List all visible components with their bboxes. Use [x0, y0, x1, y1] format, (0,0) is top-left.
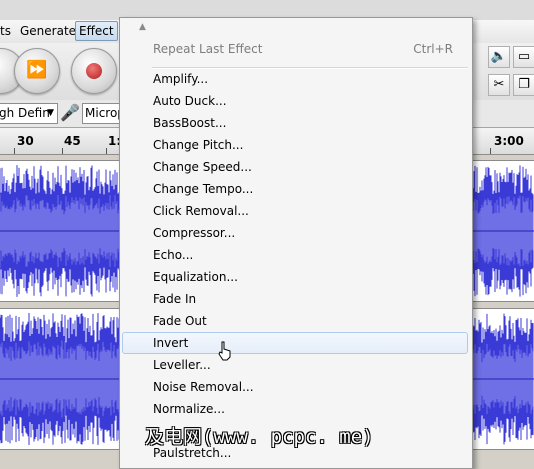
- menu-item-label: BassBoost...: [153, 116, 227, 130]
- menu-item-label: Echo...: [153, 248, 194, 262]
- menu-item-label: Amplify...: [153, 72, 209, 86]
- skip-end-icon: ⏩: [26, 60, 48, 80]
- menu-item-compressor[interactable]: Compressor...: [122, 222, 468, 244]
- menu-item-repeat-last-effect[interactable]: Repeat Last Effect Ctrl+R: [122, 38, 468, 60]
- menu-item-change-speed[interactable]: Change Speed...: [122, 156, 468, 178]
- menu-item-label: Change Pitch...: [153, 138, 244, 152]
- ruler-tick: [106, 148, 107, 154]
- menu-item-change-tempo[interactable]: Change Tempo...: [122, 178, 468, 200]
- cut-icon[interactable]: ✂: [488, 74, 510, 96]
- effect-menu: ▲ Repeat Last Effect Ctrl+R Amplify... A…: [119, 17, 473, 469]
- menu-item-label: Invert: [153, 336, 189, 350]
- menu-item-echo[interactable]: Echo...: [122, 244, 468, 266]
- menu-analyze[interactable]: ts: [0, 24, 11, 38]
- microphone-icon: 🎤: [60, 103, 80, 122]
- audio-host-select[interactable]: gh Defin ▼: [0, 103, 58, 124]
- ruler-tick-label: 45: [64, 134, 81, 148]
- menu-item-leveller[interactable]: Leveller...: [122, 354, 468, 376]
- ruler-tick-label: 30: [17, 134, 34, 148]
- volume-icon[interactable]: 🔈: [488, 46, 510, 68]
- menu-item-label: Equalization...: [153, 270, 238, 284]
- skip-to-end-button[interactable]: ⏩: [14, 48, 60, 94]
- menu-item-invert[interactable]: Invert: [122, 332, 468, 354]
- scroll-up-icon[interactable]: ▲: [139, 22, 146, 32]
- audio-host-value: gh Defin: [0, 106, 50, 120]
- menu-item-amplify[interactable]: Amplify...: [122, 68, 468, 90]
- meter-icon[interactable]: ▭: [513, 46, 534, 68]
- record-button[interactable]: [71, 48, 117, 94]
- menu-item-noise-removal[interactable]: Noise Removal...: [122, 376, 468, 398]
- chevron-down-icon: ▼: [47, 108, 54, 118]
- menu-item-label: Noise Removal...: [153, 380, 254, 394]
- ruler-tick-label: 3:00: [494, 134, 524, 148]
- ruler-tick: [490, 148, 491, 154]
- menu-effect[interactable]: Effect: [75, 21, 118, 41]
- menu-item-label: Leveller...: [153, 358, 211, 372]
- copy-icon[interactable]: ❐: [513, 74, 534, 96]
- ruler-tick: [14, 148, 15, 154]
- menu-item-label: Auto Duck...: [153, 94, 227, 108]
- menu-item-label: Fade In: [153, 292, 197, 306]
- menu-item-label: Normalize...: [153, 402, 225, 416]
- ruler-tick: [62, 148, 63, 154]
- menu-item-shortcut: Ctrl+R: [413, 42, 453, 56]
- menu-item-normalize[interactable]: Normalize...: [122, 398, 468, 420]
- mouse-cursor-icon: [218, 341, 231, 361]
- menu-generate[interactable]: Generate: [20, 24, 76, 38]
- menu-item-change-pitch[interactable]: Change Pitch...: [122, 134, 468, 156]
- menu-item-bassboost[interactable]: BassBoost...: [122, 112, 468, 134]
- record-icon: [86, 63, 102, 79]
- menu-item-fade-out[interactable]: Fade Out: [122, 310, 468, 332]
- menu-item-label: Repeat Last Effect: [153, 42, 263, 56]
- menu-item-click-removal[interactable]: Click Removal...: [122, 200, 468, 222]
- menu-item-auto-duck[interactable]: Auto Duck...: [122, 90, 468, 112]
- menu-item-fade-in[interactable]: Fade In: [122, 288, 468, 310]
- menu-item-label: Click Removal...: [153, 204, 249, 218]
- menu-item-label: Fade Out: [153, 314, 207, 328]
- menu-item-equalization[interactable]: Equalization...: [122, 266, 468, 288]
- menu-item-label: Compressor...: [153, 226, 236, 240]
- menu-item-label: Change Tempo...: [153, 182, 254, 196]
- menu-item-label: Change Speed...: [153, 160, 252, 174]
- watermark-text: 及电网(www. pcpc. me): [145, 426, 374, 448]
